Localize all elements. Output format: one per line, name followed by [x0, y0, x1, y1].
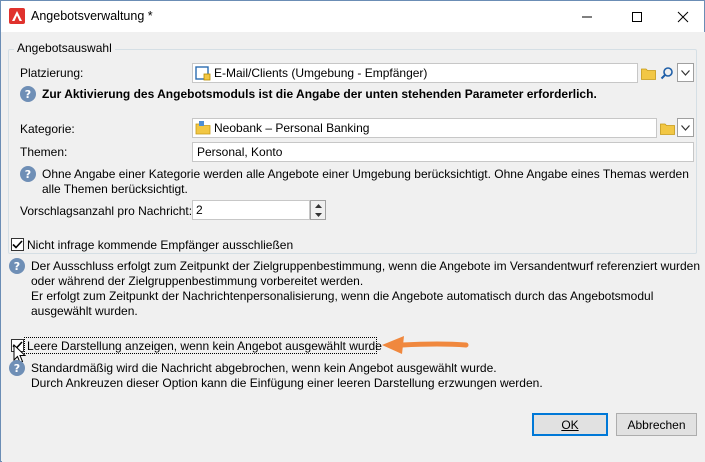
folder-icon — [195, 120, 211, 136]
proposals-label: Vorschlagsanzahl pro Nachricht: — [20, 204, 193, 218]
placement-dropdown-button[interactable] — [677, 63, 694, 82]
cancel-button-label: Abbrechen — [627, 417, 686, 432]
placement-field[interactable]: E-Mail/Clients (Umgebung - Empfänger) — [192, 63, 638, 83]
info-icon: ? — [9, 258, 25, 274]
minimize-icon — [582, 16, 592, 17]
placement-label: Platzierung: — [20, 66, 84, 80]
chevron-down-icon — [314, 212, 322, 217]
chevron-down-icon — [681, 124, 690, 131]
title-bar: Angebotsverwaltung * — [1, 1, 704, 32]
placement-value: E-Mail/Clients (Umgebung - Empfänger) — [214, 66, 428, 80]
empty-rendering-note-line1: Standardmäßig wird die Nachricht abgebro… — [31, 361, 497, 375]
ok-button-label: OK — [561, 417, 579, 432]
cancel-button[interactable]: Abbrechen — [616, 413, 697, 436]
spin-down-button[interactable] — [311, 210, 325, 219]
chevron-up-icon — [314, 203, 322, 208]
category-note-line2: alle Themen berücksichtigt. — [42, 182, 188, 196]
adobe-campaign-icon — [9, 8, 25, 24]
info-icon: ? — [20, 86, 36, 102]
search-icon — [660, 67, 673, 80]
folder-icon — [640, 68, 656, 80]
maximize-icon — [632, 11, 642, 22]
proposals-value: 2 — [196, 203, 203, 217]
minimize-button[interactable] — [564, 1, 610, 32]
dialog-content: Angebotsauswahl Platzierung: E-Mail/Clie… — [2, 32, 705, 462]
annotation-arrow — [382, 336, 469, 354]
ok-button[interactable]: OK — [532, 413, 608, 436]
proposals-spinner[interactable] — [310, 200, 326, 220]
close-icon — [677, 11, 689, 22]
category-note-line1: Ohne Angabe einer Kategorie werden alle … — [42, 167, 689, 181]
empty-rendering-note-line2: Durch Ankreuzen dieser Option kann die E… — [31, 376, 543, 390]
category-folder-button[interactable] — [658, 118, 676, 138]
chevron-down-icon — [681, 69, 690, 76]
exclude-note-line3: Er erfolgt zum Zeitpunkt der Nachrichten… — [31, 289, 654, 303]
empty-rendering-label[interactable]: Leere Darstellung anzeigen, wenn kein An… — [27, 339, 382, 353]
placement-search-button[interactable] — [658, 63, 676, 83]
folder-icon — [659, 123, 675, 135]
checkmark-icon — [12, 240, 23, 249]
exclude-label[interactable]: Nicht infrage kommende Empfänger ausschl… — [27, 238, 293, 252]
exclude-note-line2: oder während der Zielgruppenbestimmung v… — [31, 274, 364, 288]
close-button[interactable] — [660, 1, 705, 32]
category-field[interactable]: Neobank – Personal Banking — [192, 118, 657, 138]
info-icon: ? — [20, 166, 36, 182]
info-icon: ? — [9, 360, 25, 376]
category-dropdown-button[interactable] — [677, 118, 694, 137]
exclude-note-line4: ausgewählt wurden. — [31, 304, 138, 318]
exclude-note-line1: Der Ausschluss erfolgt zum Zeitpunkt der… — [31, 259, 701, 273]
exclude-checkbox[interactable] — [11, 238, 24, 251]
spin-up-button[interactable] — [311, 201, 325, 210]
proposals-input[interactable]: 2 — [192, 200, 310, 220]
environment-icon — [195, 65, 211, 81]
themes-value: Personal, Konto — [197, 145, 283, 159]
category-label: Kategorie: — [20, 122, 75, 136]
placement-folder-button[interactable] — [639, 63, 657, 83]
themes-label: Themen: — [20, 145, 68, 159]
group-legend: Angebotsauswahl — [14, 41, 115, 55]
themes-input[interactable]: Personal, Konto — [192, 142, 694, 162]
window-title: Angebotsverwaltung * — [31, 9, 153, 23]
activation-note: Zur Aktivierung des Angebotsmoduls ist d… — [42, 87, 597, 101]
category-value: Neobank – Personal Banking — [214, 121, 370, 135]
maximize-button[interactable] — [614, 1, 660, 32]
dialog-window: Angebotsverwaltung * Angebotsauswahl Pla… — [0, 0, 705, 462]
